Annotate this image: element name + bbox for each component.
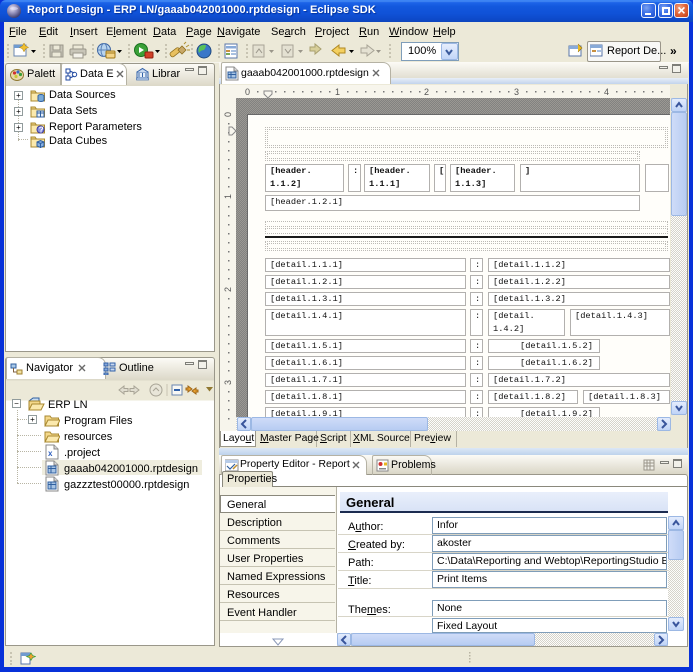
svg-text:0: 0 <box>223 112 233 117</box>
svg-text:x: x <box>48 449 53 458</box>
svg-text:1: 1 <box>223 194 233 199</box>
svg-text:2: 2 <box>424 87 429 97</box>
svg-text:1: 1 <box>335 87 340 97</box>
svg-text:3: 3 <box>514 87 519 97</box>
svg-text:4: 4 <box>604 87 609 97</box>
svg-text:2: 2 <box>223 287 233 292</box>
svg-text:0: 0 <box>245 87 250 97</box>
svg-text:3: 3 <box>223 380 233 385</box>
